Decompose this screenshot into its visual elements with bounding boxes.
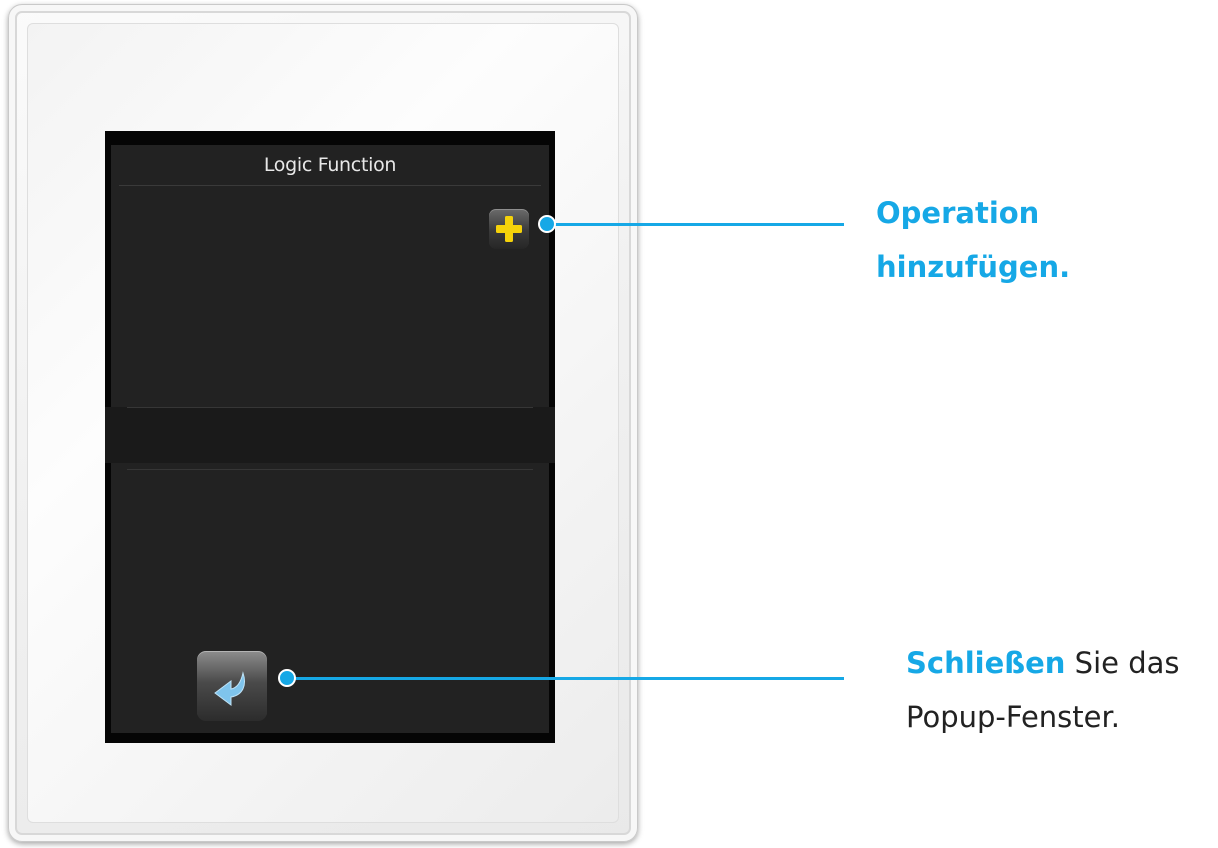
callout-line-add [550,223,844,226]
divider-line [127,407,533,408]
callout-line-close [290,677,844,680]
separator-band [105,407,555,463]
popup-title: Logic Function [263,154,397,176]
plus-icon [496,216,522,242]
callout-close-line1: Schließen Sie das [906,636,1180,690]
callout-close-rest: Sie das [1065,646,1180,680]
callout-close-line2: Popup-Fenster. [906,700,1120,734]
logic-function-popup: Logic Function [105,145,555,733]
add-operation-button[interactable] [489,209,529,249]
callout-dot-add [538,215,556,233]
divider-line [127,469,533,470]
callout-close-popup: Schließen Sie das Popup-Fenster. [906,636,1180,744]
callout-add-operation: Operation hinzufügen. [876,186,1070,294]
callout-close-highlight: Schließen [906,646,1066,680]
callout-add-line2: hinzufügen. [876,250,1071,284]
touch-screen: Logic Function [105,131,555,743]
device-frame: Logic Function [8,4,638,842]
title-divider [119,185,541,186]
return-arrow-icon [214,671,245,706]
callout-add-line1: Operation [876,196,1040,230]
callout-dot-close [278,669,296,687]
close-popup-button[interactable] [197,651,267,721]
